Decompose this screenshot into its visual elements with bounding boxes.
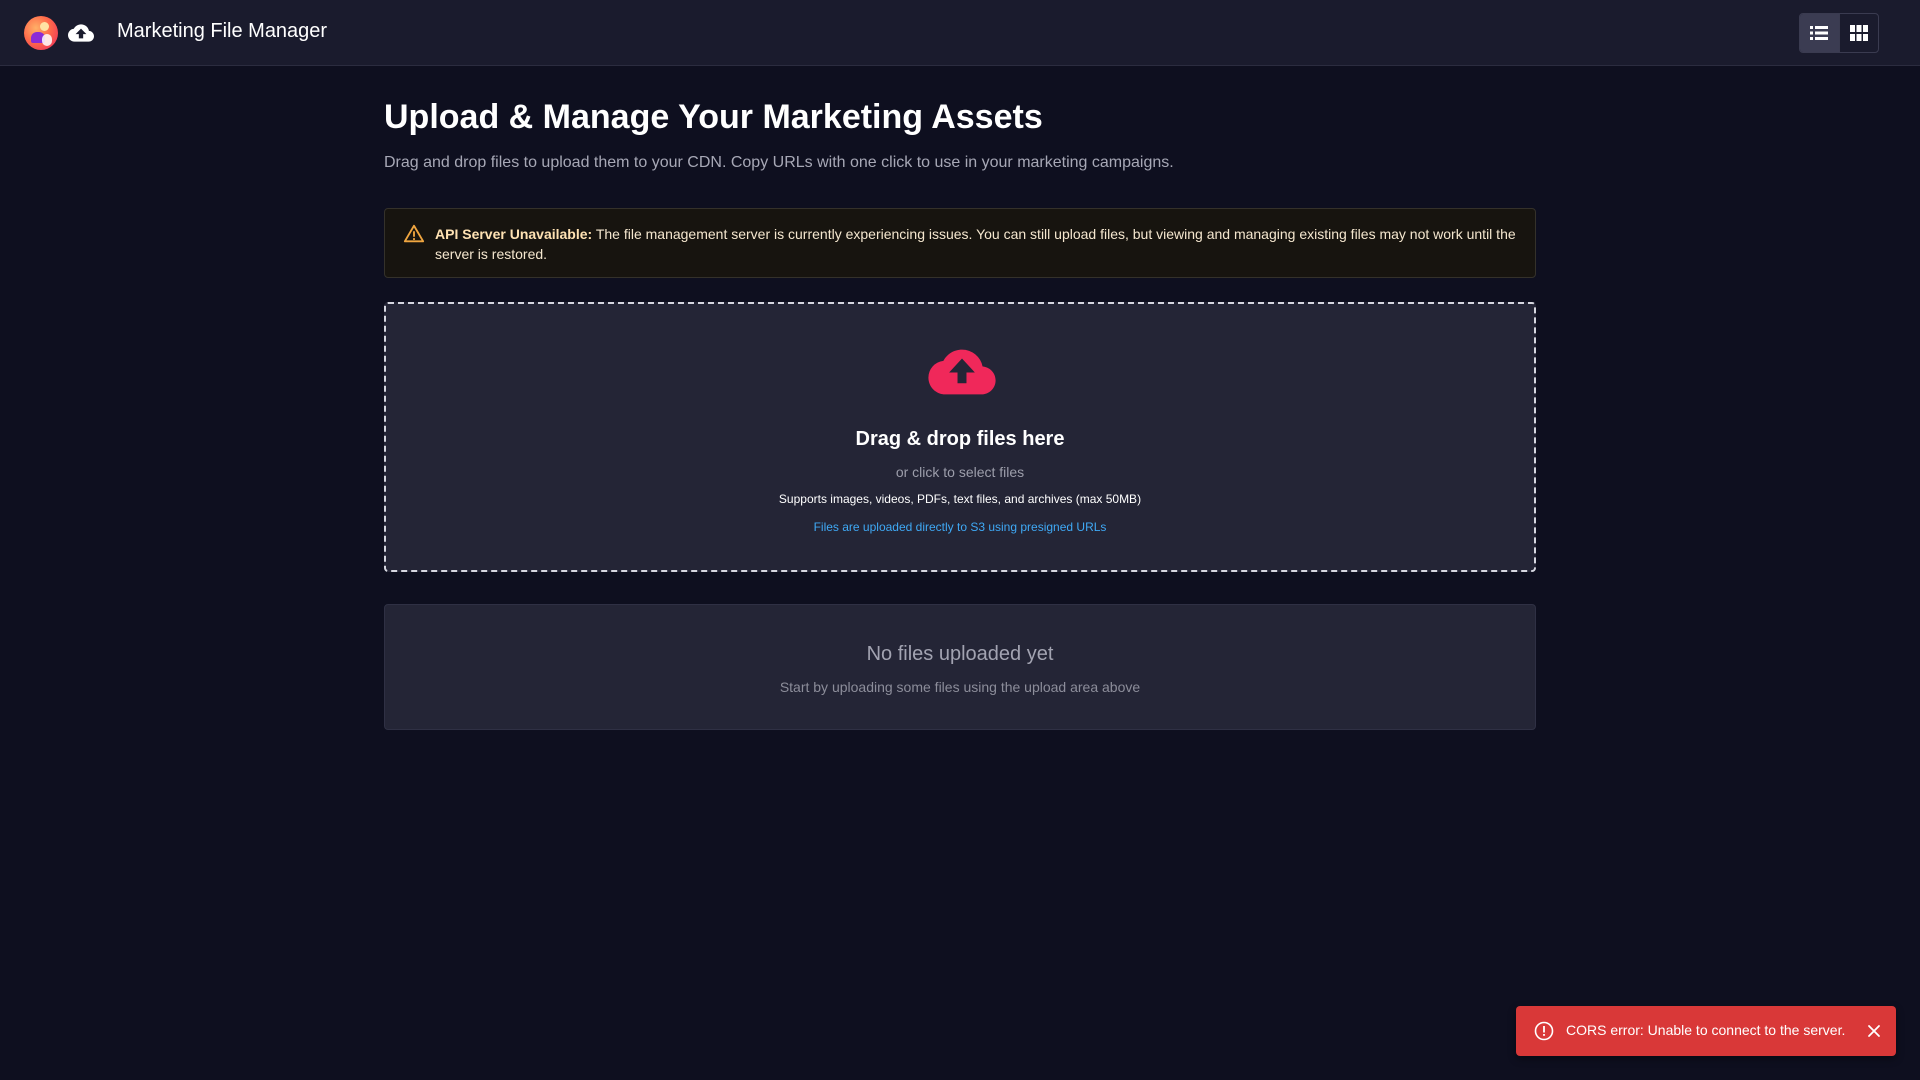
warning-body: The file management server is currently … [435, 226, 1516, 262]
page-title: Upload & Manage Your Marketing Assets [384, 98, 1043, 136]
list-icon [1810, 26, 1829, 40]
view-toggle-group [1799, 13, 1879, 53]
api-unavailable-warning: API Server Unavailable: The file managem… [384, 208, 1536, 278]
toast-message: CORS error: Unable to connect to the ser… [1566, 1022, 1846, 1038]
warning-message: API Server Unavailable: The file managem… [435, 224, 1525, 264]
close-icon[interactable] [1866, 1023, 1882, 1039]
empty-state-title: No files uploaded yet [866, 643, 1054, 665]
dropzone-title: Drag & drop files here [855, 428, 1065, 450]
app-title: Marketing File Manager [117, 20, 328, 42]
grid-view-button[interactable] [1838, 14, 1878, 52]
dropzone-upload-info: Files are uploaded directly to S3 using … [813, 520, 1107, 534]
cloud-upload-icon [68, 24, 94, 42]
dropzone-supported-types: Supports images, videos, PDFs, text file… [778, 492, 1142, 506]
error-toast: CORS error: Unable to connect to the ser… [1516, 1006, 1896, 1056]
cloud-upload-icon [928, 349, 996, 395]
list-view-button[interactable] [1800, 14, 1839, 52]
app-logo [24, 16, 58, 50]
top-app-bar: Marketing File Manager [0, 0, 1920, 66]
error-circle-icon [1534, 1021, 1554, 1041]
warning-triangle-icon [403, 224, 425, 243]
file-dropzone[interactable]: Drag & drop files here or click to selec… [384, 302, 1536, 572]
warning-label: API Server Unavailable: [435, 226, 593, 242]
dropzone-select-hint: or click to select files [895, 464, 1025, 480]
grid-icon [1849, 25, 1868, 41]
page-subtitle: Drag and drop files to upload them to yo… [384, 154, 1174, 171]
empty-state-subtitle: Start by uploading some files using the … [779, 679, 1141, 695]
file-list-empty-state: No files uploaded yet Start by uploading… [384, 604, 1536, 730]
